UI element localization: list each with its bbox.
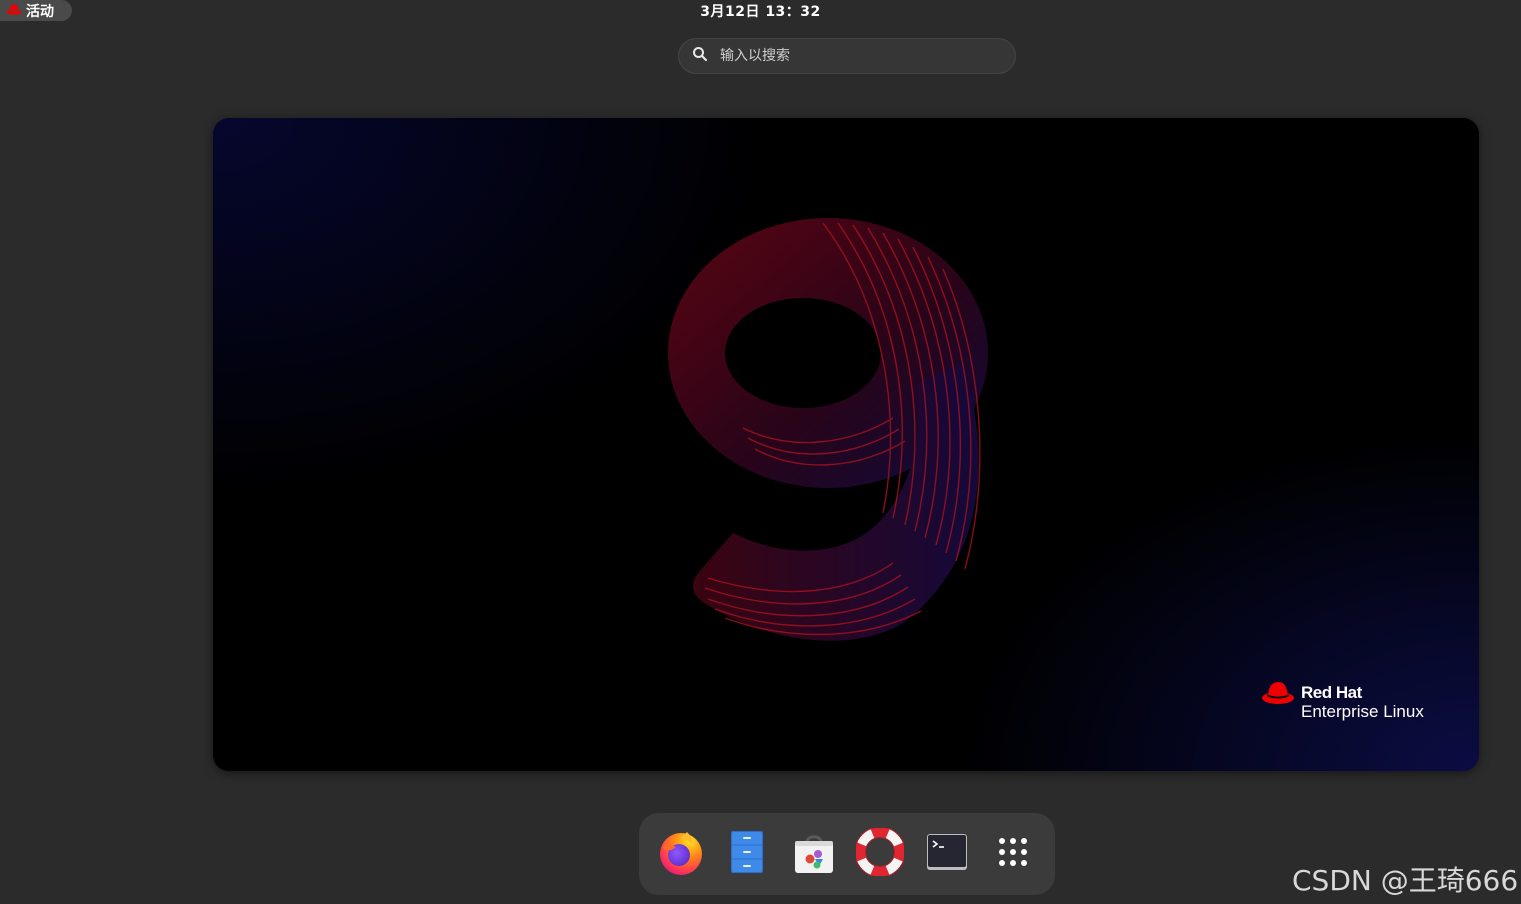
redhat-enterprise-linux-logo: Red Hat Enterprise Linux bbox=[1261, 680, 1424, 721]
dock-item-files[interactable] bbox=[723, 830, 771, 878]
workspace-thumbnail[interactable]: Red Hat Enterprise Linux bbox=[213, 118, 1479, 771]
show-applications-button[interactable] bbox=[989, 830, 1037, 878]
brand-line-2: Enterprise Linux bbox=[1301, 702, 1424, 721]
dock-item-software[interactable] bbox=[790, 830, 838, 878]
redhat-hat-icon bbox=[1261, 680, 1295, 710]
brand-line-1: Red Hat bbox=[1301, 683, 1362, 702]
terminal-icon bbox=[923, 828, 971, 880]
app-grid-icon bbox=[989, 828, 1037, 880]
dock-item-firefox[interactable] bbox=[657, 830, 705, 878]
search-input[interactable] bbox=[718, 47, 992, 65]
firefox-icon bbox=[657, 828, 705, 880]
dash-dock bbox=[639, 813, 1055, 895]
search-icon bbox=[692, 46, 708, 66]
wallpaper-nine-graphic bbox=[668, 218, 988, 641]
top-bar: 活动 3月12日 13：32 bbox=[0, 0, 1521, 22]
dock-item-terminal[interactable] bbox=[923, 830, 971, 878]
watermark-text: CSDN @王琦666 bbox=[1292, 864, 1519, 897]
software-icon bbox=[790, 828, 838, 880]
clock[interactable]: 3月12日 13：32 bbox=[0, 1, 1521, 21]
files-icon bbox=[723, 828, 771, 880]
help-icon bbox=[854, 826, 906, 880]
search-bar[interactable] bbox=[678, 38, 1016, 74]
dock-item-help[interactable] bbox=[854, 826, 906, 880]
